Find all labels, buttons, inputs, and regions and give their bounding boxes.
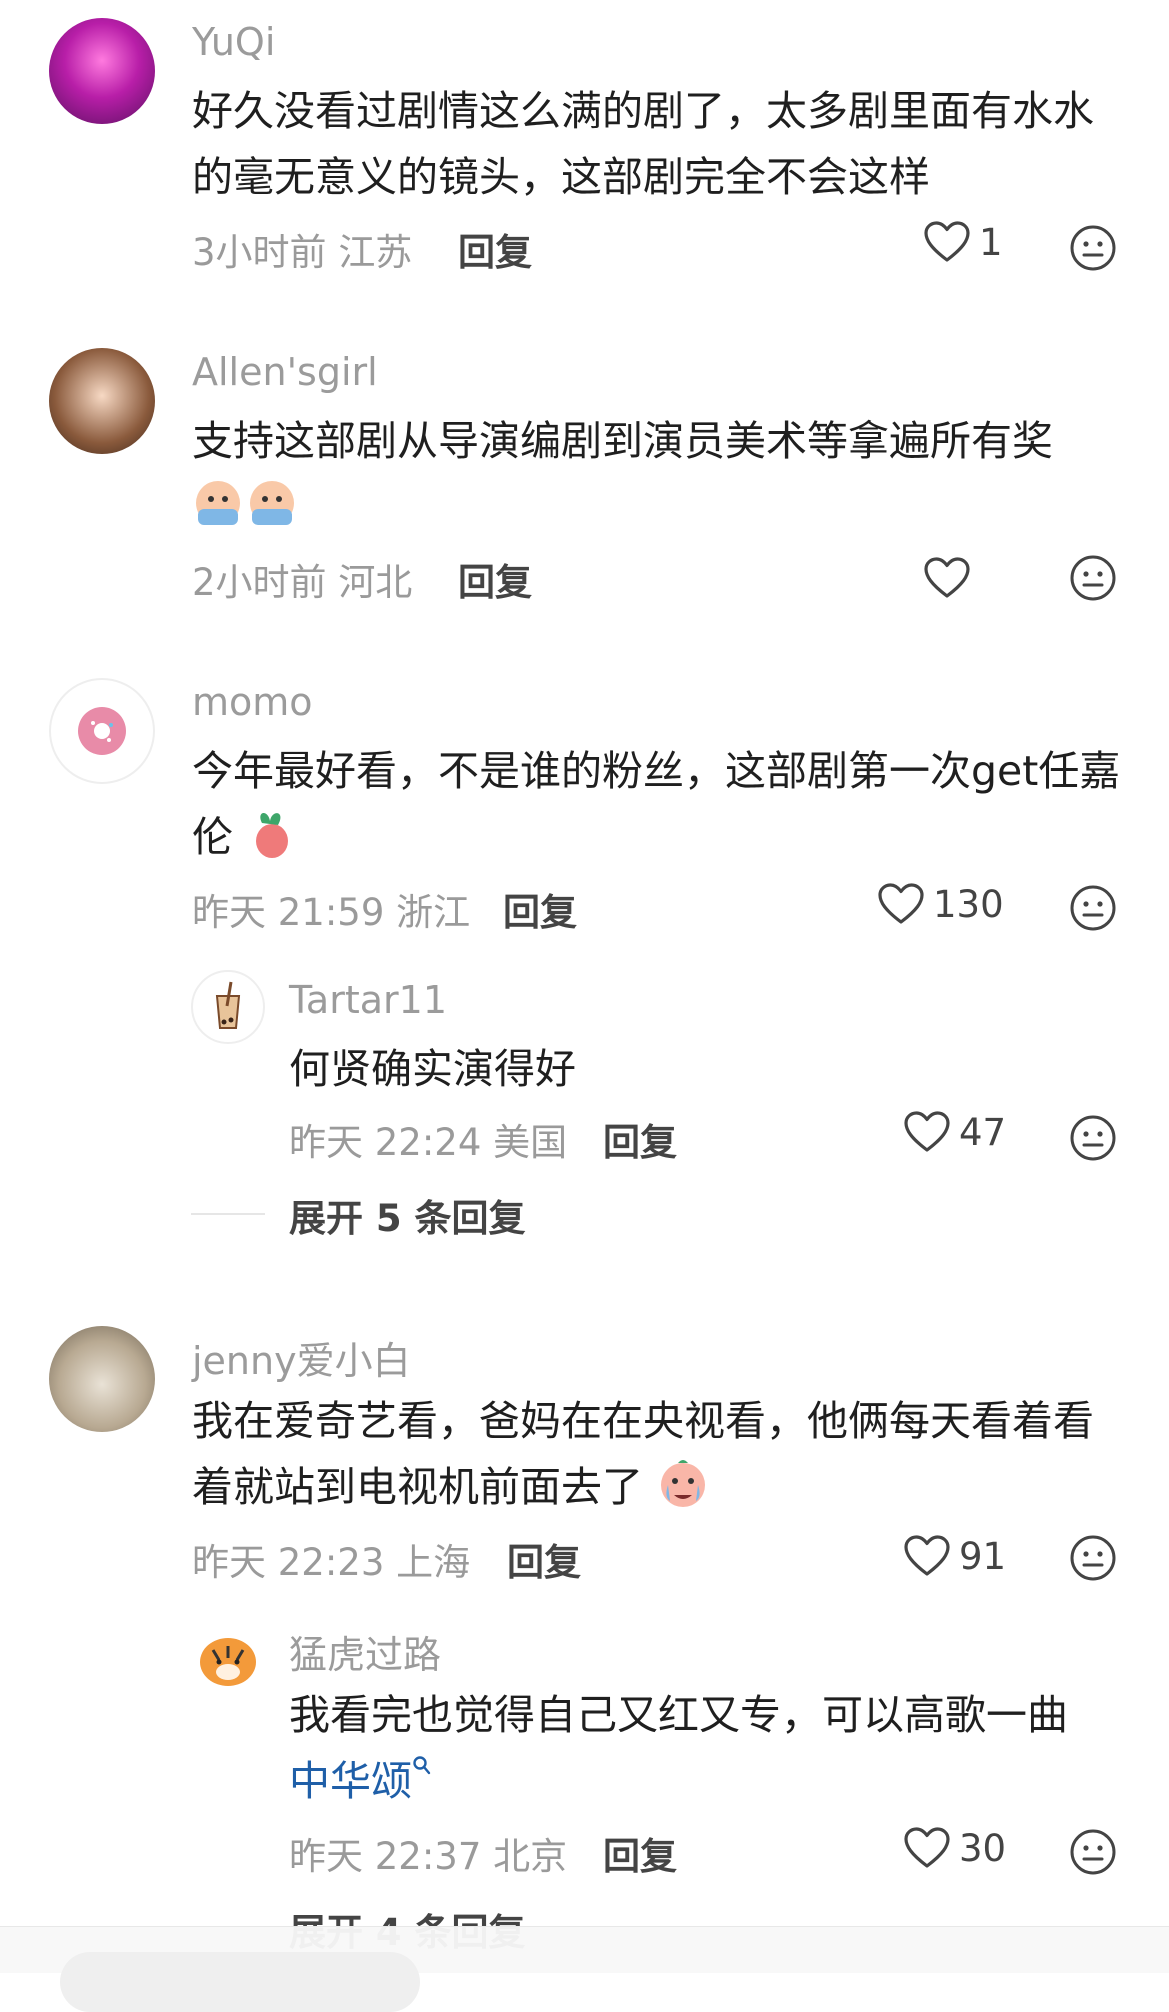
like-button[interactable]: 47 (903, 1110, 1006, 1154)
like-button[interactable]: 130 (877, 882, 1004, 926)
like-button[interactable]: 91 (903, 1534, 1006, 1578)
avatar[interactable] (191, 1620, 265, 1694)
comment-username[interactable]: Allen'sgirl (192, 350, 378, 394)
reply-button[interactable]: 回复 (603, 1112, 677, 1166)
heart-outline-icon (904, 1827, 950, 1868)
reply-text: 我看完也觉得自己又红又专，可以高歌一曲 中华颂 (289, 1691, 1068, 1805)
reply-username[interactable]: 猛虎过路 (289, 1624, 441, 1679)
avatar[interactable] (49, 18, 155, 124)
crying-emoji-icon (192, 475, 300, 550)
comment-text: 支持这部剧从导演编剧到演员美术等拿遍所有奖 (192, 408, 1122, 550)
comment-text: 今年最好看，不是谁的粉丝，这部剧第一次get任嘉伦 (192, 738, 1122, 880)
comment-input[interactable] (60, 1952, 420, 2012)
heart-outline-icon (924, 557, 970, 598)
donut-icon (78, 707, 126, 755)
meh-face-icon[interactable] (1069, 1534, 1117, 1582)
bubble-tea-icon (215, 981, 241, 1029)
meh-face-icon[interactable] (1069, 1114, 1117, 1162)
avatar[interactable] (49, 678, 155, 784)
radish-emoji-icon (246, 805, 296, 880)
like-count: 91 (959, 1534, 1007, 1578)
comment-text: 我在爱奇艺看，爸妈在在央视看，他俩每天看着看着就站到电视机前面去了 (192, 1388, 1122, 1530)
reply-button[interactable]: 回复 (458, 222, 532, 276)
reply-button[interactable]: 回复 (503, 882, 577, 936)
comment-time: 3小时前 江苏 (192, 231, 413, 274)
comment-time: 昨天 22:23 上海 (192, 1541, 471, 1584)
avatar[interactable] (49, 348, 155, 454)
meh-face-icon[interactable] (1069, 224, 1117, 272)
reply-button[interactable]: 回复 (458, 552, 532, 606)
like-button[interactable] (923, 556, 979, 600)
comment-username[interactable]: jenny爱小白 (192, 1330, 411, 1385)
reply-time: 昨天 22:37 北京 (289, 1835, 568, 1878)
search-link[interactable]: 中华颂 (289, 1757, 412, 1805)
reply-time: 昨天 22:24 美国 (289, 1121, 568, 1164)
expand-replies-button[interactable]: 展开 5 条回复 (289, 1188, 526, 1242)
comment-username[interactable]: momo (192, 680, 313, 724)
like-count: 30 (959, 1826, 1007, 1870)
comment-time: 2小时前 河北 (192, 561, 413, 604)
like-button[interactable]: 1 (923, 220, 1003, 264)
comment-text: 好久没看过剧情这么满的剧了，太多剧里面有水水的毫无意义的镜头，这部剧完全不会这样 (192, 87, 1094, 201)
meh-face-icon[interactable] (1069, 884, 1117, 932)
reply-username[interactable]: Tartar11 (289, 978, 447, 1022)
reply-button[interactable]: 回复 (507, 1532, 581, 1586)
crying-laughing-emoji-icon (656, 1457, 710, 1530)
meh-face-icon[interactable] (1069, 1828, 1117, 1876)
comment-username[interactable]: YuQi (192, 20, 275, 64)
like-count: 47 (959, 1110, 1007, 1154)
comment-time: 昨天 21:59 浙江 (192, 891, 471, 934)
divider (191, 1213, 265, 1215)
like-button[interactable]: 30 (903, 1826, 1006, 1870)
heart-outline-icon (904, 1111, 950, 1152)
reply-button[interactable]: 回复 (603, 1826, 677, 1880)
meh-face-icon[interactable] (1069, 554, 1117, 602)
heart-outline-icon (924, 221, 970, 262)
like-count: 130 (933, 882, 1004, 926)
heart-outline-icon (904, 1535, 950, 1576)
reply-text: 何贤确实演得好 (289, 1045, 576, 1093)
like-count: 1 (979, 220, 1003, 264)
tiger-icon (200, 1638, 256, 1686)
avatar[interactable] (191, 970, 265, 1044)
heart-outline-icon (878, 883, 924, 924)
avatar[interactable] (49, 1326, 155, 1432)
search-small-icon[interactable] (412, 1755, 432, 1777)
